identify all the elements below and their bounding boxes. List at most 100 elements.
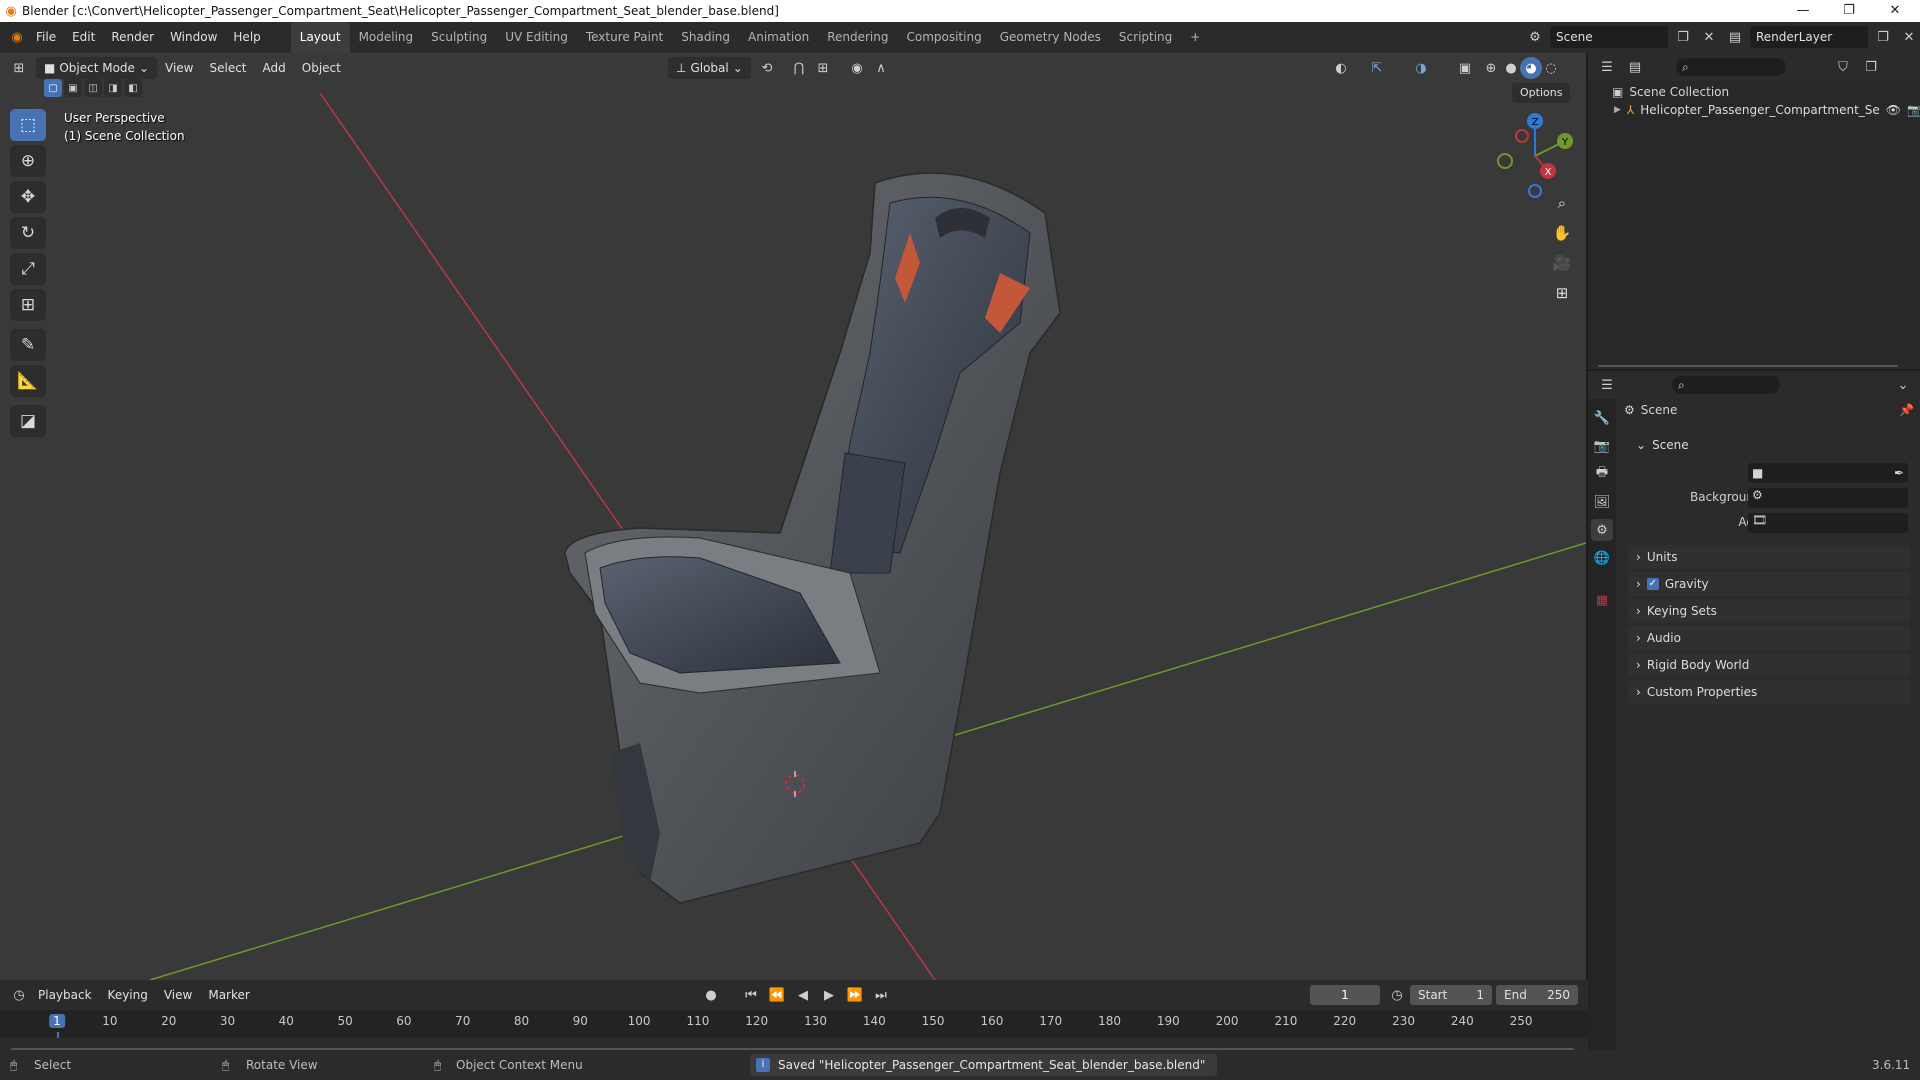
play-icon[interactable]: ▶ — [818, 984, 840, 1006]
3d-viewport[interactable]: ⊞ ■ Object Mode ⌄ View Select Add Object… — [0, 53, 1586, 980]
rendered-shading-icon[interactable]: ◌ — [1540, 57, 1562, 79]
rigid-body-world-section[interactable]: › Rigid Body World — [1628, 653, 1910, 677]
overlays-icon[interactable]: ◑ — [1410, 57, 1432, 79]
visibility-icon[interactable]: ◐ — [1330, 57, 1352, 79]
custom-properties-section[interactable]: › Custom Properties — [1628, 680, 1910, 704]
falloff-icon[interactable]: ∧ — [870, 57, 892, 79]
play-reverse-icon[interactable]: ◀ — [792, 984, 814, 1006]
timeline-menu-keying[interactable]: Keying — [100, 980, 156, 1011]
editor-type-icon[interactable]: ⊞ — [8, 57, 30, 79]
viewport-menu-view[interactable]: View — [157, 53, 201, 84]
viewport-menu-add[interactable]: Add — [255, 53, 294, 84]
timeline-editor-type-icon[interactable]: ◷ — [8, 984, 30, 1006]
filter-icon[interactable]: ⛉ — [1832, 56, 1854, 78]
tab-uv-editing[interactable]: UV Editing — [496, 22, 577, 53]
scene-panel-header[interactable]: ⌄ Scene — [1628, 433, 1910, 457]
add-cube-tool-icon[interactable]: ◪ — [10, 405, 46, 437]
menu-render[interactable]: Render — [103, 22, 162, 53]
navigation-gizmo[interactable]: Z Y X — [1490, 111, 1580, 201]
menu-edit[interactable]: Edit — [64, 22, 103, 53]
outliner-root-row[interactable]: ▣ Scene Collection — [1612, 85, 1729, 99]
transform-orientation-dropdown[interactable]: ⊥ Global ⌄ — [668, 57, 751, 79]
tab-shading[interactable]: Shading — [672, 22, 739, 53]
pan-hand-icon[interactable]: ✋ — [1548, 219, 1576, 247]
material-shading-icon[interactable]: ◕ — [1520, 57, 1542, 79]
minimize-button[interactable]: — — [1780, 0, 1826, 22]
wireframe-shading-icon[interactable]: ⊕ — [1480, 57, 1502, 79]
select-invert-icon[interactable]: ◨ — [104, 79, 122, 97]
options-chevron-icon[interactable]: ⌄ — [1892, 374, 1914, 396]
tab-layout[interactable]: Layout — [290, 22, 350, 53]
active-clip-field[interactable]: 🎞 — [1748, 513, 1908, 533]
prev-keyframe-icon[interactable]: ⏪ — [766, 984, 788, 1006]
zoom-icon[interactable]: ⌕ — [1548, 189, 1576, 217]
perspective-toggle-icon[interactable]: ⊞ — [1548, 279, 1576, 307]
delete-scene-icon[interactable]: ✕ — [1698, 26, 1720, 48]
blender-menu-icon[interactable]: ◉ — [6, 27, 28, 49]
end-frame-field[interactable]: End 250 — [1496, 985, 1578, 1005]
select-new-icon[interactable]: ▢ — [44, 79, 62, 97]
jump-end-icon[interactable]: ⏭ — [870, 984, 892, 1006]
output-tab-icon[interactable]: 🖶 — [1591, 463, 1613, 485]
gizmo-neg-x-icon[interactable] — [1515, 129, 1529, 143]
scale-tool-icon[interactable]: ⤢ — [10, 253, 46, 285]
outliner-editor-type-icon[interactable]: ☰ — [1596, 56, 1618, 78]
outliner-item-row[interactable]: ▶ ⅄ Helicopter_Passenger_Compartment_Se … — [1614, 103, 1920, 117]
current-frame-field[interactable]: 1 — [1310, 985, 1380, 1005]
tab-scripting[interactable]: Scripting — [1110, 22, 1181, 53]
gravity-section[interactable]: › ✓ Gravity — [1628, 572, 1910, 596]
playhead-frame-marker[interactable]: 1 — [49, 1014, 65, 1028]
menu-file[interactable]: File — [28, 22, 64, 53]
tab-animation[interactable]: Animation — [739, 22, 818, 53]
world-tab-icon[interactable]: 🌐 — [1591, 547, 1613, 569]
properties-search-input[interactable]: ⌕ — [1672, 376, 1780, 394]
jump-start-icon[interactable]: ⏮ — [740, 984, 762, 1006]
tab-geometry-nodes[interactable]: Geometry Nodes — [991, 22, 1110, 53]
start-frame-field[interactable]: Start 1 — [1410, 985, 1492, 1005]
timeline-menu-view[interactable]: View — [156, 980, 200, 1011]
next-keyframe-icon[interactable]: ⏩ — [844, 984, 866, 1006]
gizmo-neg-y-icon[interactable] — [1497, 153, 1513, 169]
viewport-menu-select[interactable]: Select — [201, 53, 254, 84]
snap-icon[interactable]: ⋂ — [788, 57, 810, 79]
select-extend-icon[interactable]: ▣ — [64, 79, 82, 97]
transform-tool-icon[interactable]: ⊞ — [10, 289, 46, 321]
tab-sculpting[interactable]: Sculpting — [422, 22, 496, 53]
solid-shading-icon[interactable]: ● — [1500, 57, 1522, 79]
object-mode-dropdown[interactable]: ■ Object Mode ⌄ — [36, 57, 157, 79]
pivot-icon[interactable]: ⟲ — [756, 57, 778, 79]
timeline-menu-marker[interactable]: Marker — [200, 980, 257, 1011]
gizmo-toggle-icon[interactable]: ⇱ — [1366, 57, 1388, 79]
tab-rendering[interactable]: Rendering — [818, 22, 897, 53]
render-tab-icon[interactable]: 📷 — [1591, 435, 1613, 457]
properties-editor-type-icon[interactable]: ☰ — [1596, 374, 1618, 396]
annotate-tool-icon[interactable]: ✎ — [10, 329, 46, 361]
cursor-tool-icon[interactable]: ⊕ — [10, 145, 46, 177]
maximize-button[interactable]: ❐ — [1826, 0, 1872, 22]
select-subtract-icon[interactable]: ◫ — [84, 79, 102, 97]
select-intersect-icon[interactable]: ◧ — [124, 79, 142, 97]
rotate-tool-icon[interactable]: ↻ — [10, 217, 46, 249]
menu-window[interactable]: Window — [162, 22, 225, 53]
move-tool-icon[interactable]: ✥ — [10, 181, 46, 213]
tab-texture-paint[interactable]: Texture Paint — [577, 22, 672, 53]
new-view-layer-icon[interactable]: ❐ — [1872, 26, 1894, 48]
outliner-scrollbar[interactable] — [1598, 365, 1898, 367]
close-button[interactable]: ✕ — [1872, 0, 1918, 22]
add-workspace-button[interactable]: + — [1181, 22, 1209, 53]
record-icon[interactable]: ● — [700, 984, 722, 1006]
delete-view-layer-icon[interactable]: ✕ — [1898, 26, 1920, 48]
playhead-line[interactable] — [57, 1032, 59, 1038]
timeline-ruler[interactable]: 1 10 20 30 40 50 60 70 80 90 100 110 120 130 140 150 160… — [0, 1010, 1588, 1038]
camera-render-icon[interactable]: 📷 — [1907, 103, 1920, 117]
tab-compositing[interactable]: Compositing — [897, 22, 990, 53]
menu-help[interactable]: Help — [225, 22, 268, 53]
scene-icon[interactable]: ⚙ — [1524, 26, 1546, 48]
pin-icon[interactable]: 📌 — [1899, 403, 1914, 417]
view-layer-tab-icon[interactable]: 🖼 — [1591, 491, 1613, 513]
xray-icon[interactable]: ▣ — [1454, 57, 1476, 79]
scene-tab-icon[interactable]: ⚙ — [1591, 519, 1613, 541]
status-report[interactable]: i Saved "Helicopter_Passenger_Compartmen… — [750, 1054, 1218, 1076]
select-box-tool-icon[interactable]: ⬚ — [10, 109, 46, 141]
scene-name-field[interactable]: Scene — [1550, 26, 1668, 48]
